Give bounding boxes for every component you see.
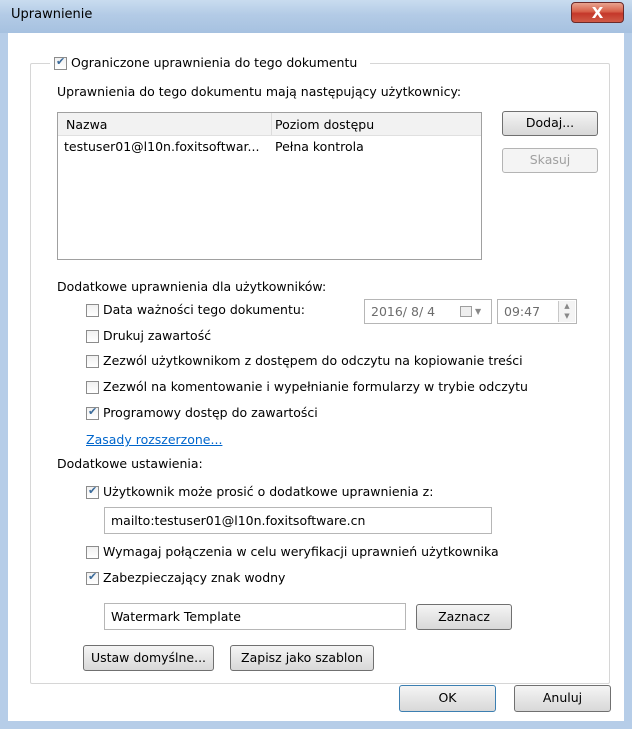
expiry-label: Data ważności tego dokumentu: <box>103 302 305 317</box>
window-title: Uprawnienie <box>11 7 93 22</box>
copy-label: Zezwól użytkownikom z dostępem do odczyt… <box>103 353 523 368</box>
select-watermark-button[interactable]: Zaznacz <box>416 604 512 630</box>
restricted-label: Ograniczone uprawnienia do tego dokument… <box>71 55 358 70</box>
set-default-button[interactable]: Ustaw domyślne... <box>83 645 214 671</box>
expiry-date-picker[interactable]: 2016/ 8/ 4 ▼ <box>364 299 492 324</box>
expiry-date-value: 2016/ 8/ 4 <box>371 304 436 319</box>
users-list-header: Nazwa Poziom dostępu <box>58 113 481 136</box>
watermark-checkbox[interactable] <box>86 570 99 585</box>
users-list[interactable]: Nazwa Poziom dostępu testuser01@l10n.fox… <box>57 112 482 260</box>
user-name-cell: testuser01@l10n.foxitsoftwar... <box>64 139 260 154</box>
print-checkbox[interactable] <box>86 330 99 343</box>
request-permissions-input[interactable]: mailto:testuser01@l10n.foxitsoftware.cn <box>104 507 492 534</box>
request-permissions-checkbox[interactable] <box>86 484 99 499</box>
column-header-access-level[interactable]: Poziom dostępu <box>275 117 374 132</box>
extra-permissions-heading: Dodatkowe uprawnienia dla użytkowników: <box>57 279 327 294</box>
expiry-checkbox[interactable] <box>86 304 99 317</box>
copy-checkbox[interactable] <box>86 355 99 368</box>
watermark-label: Zabezpieczający znak wodny <box>103 570 286 585</box>
ok-button[interactable]: OK <box>399 685 496 712</box>
list-item[interactable]: testuser01@l10n.foxitsoftwar... Pełna ko… <box>58 137 481 157</box>
programmatic-access-label: Programowy dostęp do zawartości <box>103 405 318 420</box>
watermark-template-input[interactable]: Watermark Template <box>104 603 406 630</box>
print-label: Drukuj zawartość <box>103 328 212 343</box>
advanced-policies-link[interactable]: Zasady rozszerzone... <box>86 432 222 447</box>
users-heading: Uprawnienia do tego dokumentu mają nastę… <box>57 84 462 99</box>
additional-settings-heading: Dodatkowe ustawienia: <box>57 456 203 471</box>
window-frame-right <box>624 33 632 729</box>
cancel-button[interactable]: Anuluj <box>514 685 611 712</box>
save-as-template-button[interactable]: Zapisz jako szablon <box>230 645 374 671</box>
window-frame-left <box>0 33 8 729</box>
expiry-time-field[interactable]: 09:47 ▲ ▼ <box>497 299 577 324</box>
time-spinner[interactable]: ▲ ▼ <box>558 301 575 322</box>
expiry-time-value: 09:47 <box>504 304 541 319</box>
add-user-button[interactable]: Dodaj... <box>502 111 598 136</box>
chevron-down-icon: ▼ <box>475 307 482 316</box>
programmatic-access-checkbox[interactable] <box>86 405 99 420</box>
request-permissions-label: Użytkownik może prosić o dodatkowe upraw… <box>103 484 434 499</box>
delete-user-button[interactable]: Skasuj <box>502 148 598 173</box>
comment-checkbox[interactable] <box>86 381 99 394</box>
column-header-name[interactable]: Nazwa <box>66 117 107 132</box>
column-divider[interactable] <box>271 113 272 135</box>
close-button[interactable]: X <box>571 2 624 23</box>
user-access-level-cell: Pełna kontrola <box>275 139 364 154</box>
restricted-checkbox[interactable] <box>54 55 67 70</box>
comment-label: Zezwól na komentowanie i wypełnianie for… <box>103 379 528 394</box>
window-frame-bottom <box>0 721 632 729</box>
calendar-icon <box>460 306 472 317</box>
verify-connection-label: Wymagaj połączenia w celu weryfikacji up… <box>103 544 499 559</box>
verify-connection-checkbox[interactable] <box>86 546 99 559</box>
title-bar: Uprawnienie X <box>0 0 632 33</box>
